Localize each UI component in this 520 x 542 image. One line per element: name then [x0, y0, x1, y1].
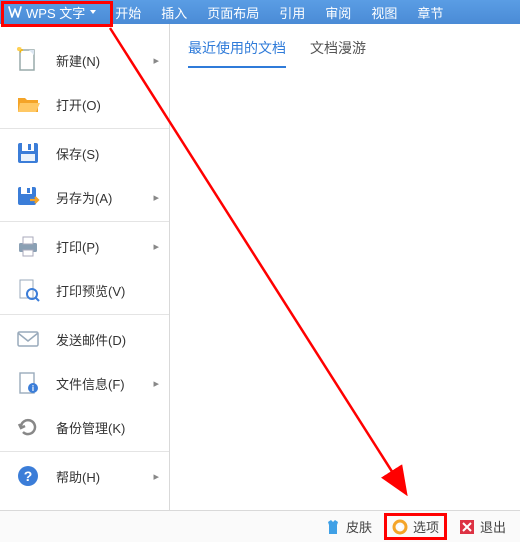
gear-icon	[392, 519, 408, 535]
tab-recent-docs[interactable]: 最近使用的文档	[188, 38, 286, 68]
open-folder-icon	[14, 90, 42, 118]
wps-logo-icon	[8, 5, 22, 19]
svg-text:?: ?	[24, 468, 33, 484]
close-icon	[459, 519, 475, 535]
exit-label: 退出	[480, 517, 506, 536]
sidebar-item-backup[interactable]: 备份管理(K)	[0, 405, 169, 449]
app-window: WPS 文字 开始 插入 页面布局 引用 审阅 视图 章节 新建(N) ▸	[0, 0, 520, 542]
app-menu-button[interactable]: WPS 文字	[0, 0, 105, 24]
sidebar-item-label: 发送邮件(D)	[56, 330, 126, 349]
sidebar-item-label: 保存(S)	[56, 144, 99, 163]
sidebar-item-label: 另存为(A)	[56, 188, 112, 207]
sidebar-item-printpreview[interactable]: 打印预览(V)	[0, 268, 169, 312]
options-button[interactable]: 选项	[384, 513, 447, 540]
print-icon	[14, 232, 42, 260]
sidebar-item-label: 打印(P)	[56, 237, 99, 256]
footer-bar: 皮肤 选项 退出	[0, 510, 520, 542]
sidebar-item-print[interactable]: 打印(P) ▸	[0, 224, 169, 268]
menu-ref[interactable]: 引用	[269, 0, 315, 24]
menu-layout[interactable]: 页面布局	[197, 0, 269, 24]
sidebar-item-sendmail[interactable]: 发送邮件(D)	[0, 317, 169, 361]
menu-review[interactable]: 审阅	[315, 0, 361, 24]
chevron-right-icon: ▸	[153, 377, 159, 390]
separator	[0, 128, 169, 129]
print-preview-icon	[14, 276, 42, 304]
chevron-right-icon: ▸	[153, 470, 159, 483]
sidebar-item-saveas[interactable]: 另存为(A) ▸	[0, 175, 169, 219]
separator	[0, 314, 169, 315]
sidebar-item-label: 打印预览(V)	[56, 281, 125, 300]
menu-insert[interactable]: 插入	[151, 0, 197, 24]
sidebar-item-fileinfo[interactable]: i 文件信息(F) ▸	[0, 361, 169, 405]
chevron-right-icon: ▸	[153, 240, 159, 253]
file-info-icon: i	[14, 369, 42, 397]
sidebar-item-label: 新建(N)	[56, 51, 100, 70]
menu-section[interactable]: 章节	[407, 0, 453, 24]
separator	[0, 451, 169, 452]
sidebar-item-help[interactable]: ? 帮助(H) ▸	[0, 454, 169, 498]
menu-view[interactable]: 视图	[361, 0, 407, 24]
options-label: 选项	[413, 517, 439, 536]
backup-icon	[14, 413, 42, 441]
file-menu-sidebar: 新建(N) ▸ 打开(O) 保存(S) 另存为(A)	[0, 24, 170, 510]
sidebar-item-new[interactable]: 新建(N) ▸	[0, 38, 169, 82]
app-menu-label: WPS 文字	[26, 3, 85, 22]
chevron-right-icon: ▸	[153, 54, 159, 67]
save-icon	[14, 139, 42, 167]
skin-label: 皮肤	[346, 517, 372, 536]
new-file-icon	[14, 46, 42, 74]
sidebar-item-label: 打开(O)	[56, 95, 101, 114]
menubar: WPS 文字 开始 插入 页面布局 引用 审阅 视图 章节	[0, 0, 520, 24]
save-as-icon	[14, 183, 42, 211]
skin-icon	[325, 519, 341, 535]
tab-doc-roam[interactable]: 文档漫游	[310, 38, 366, 68]
sidebar-item-label: 帮助(H)	[56, 467, 100, 486]
content-area: 最近使用的文档 文档漫游	[170, 24, 520, 510]
main-area: 新建(N) ▸ 打开(O) 保存(S) 另存为(A)	[0, 24, 520, 510]
skin-button[interactable]: 皮肤	[317, 513, 380, 540]
sidebar-item-save[interactable]: 保存(S)	[0, 131, 169, 175]
help-icon: ?	[14, 462, 42, 490]
doc-tabs: 最近使用的文档 文档漫游	[170, 24, 520, 68]
exit-button[interactable]: 退出	[451, 513, 514, 540]
sidebar-item-open[interactable]: 打开(O)	[0, 82, 169, 126]
svg-text:i: i	[32, 384, 34, 393]
menu-start[interactable]: 开始	[105, 0, 151, 24]
sidebar-item-label: 备份管理(K)	[56, 418, 125, 437]
chevron-down-icon	[89, 8, 97, 16]
sidebar-item-label: 文件信息(F)	[56, 374, 125, 393]
separator	[0, 221, 169, 222]
chevron-right-icon: ▸	[153, 191, 159, 204]
mail-icon	[14, 325, 42, 353]
